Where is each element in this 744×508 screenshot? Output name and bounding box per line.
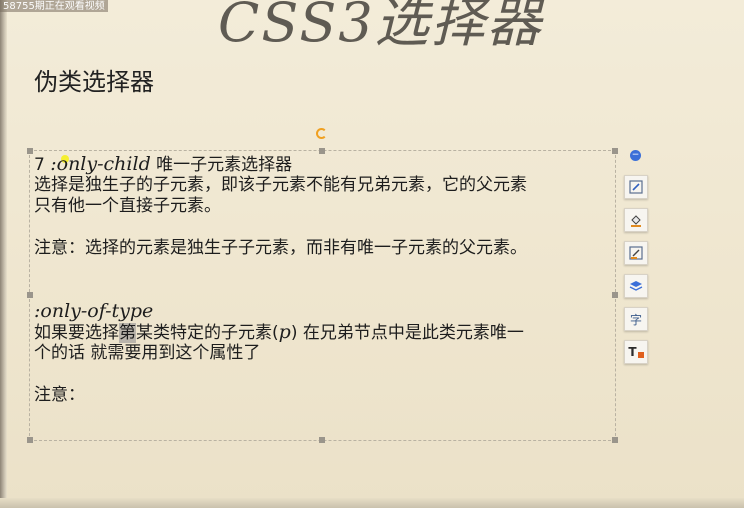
edit-box-icon[interactable]	[624, 175, 648, 199]
text-color-icon[interactable]: T	[624, 340, 648, 364]
pen-icon[interactable]	[624, 241, 648, 265]
slide-title: CSS3选择器	[218, 0, 543, 54]
layers-icon[interactable]	[624, 274, 648, 298]
heading-only-of-type: :only-of-type	[34, 300, 154, 322]
resize-handle-bottom-right[interactable]	[612, 437, 618, 443]
textbox-content[interactable]: 7 :only-child 唯一子元素选择器 选择是独生子的子元素，即该子元素不…	[34, 154, 614, 406]
text-selection-highlight: 第	[119, 323, 136, 343]
note-line: 注意：选择的元素是独生子子元素，而非有唯一子元素的父元素。	[34, 238, 527, 258]
window-frame-left	[0, 0, 7, 508]
resize-handle-left[interactable]	[27, 292, 33, 298]
note-line: 注意：	[34, 385, 85, 405]
paragraph-line: 如果要选择第某类特定的子元素(p) 在兄弟节点中是此类元素唯一	[34, 321, 524, 343]
heading-only-child: 7 :only-child 唯一子元素选择器	[34, 153, 293, 176]
text-style-icon[interactable]: 字	[624, 307, 648, 331]
paragraph-line: 只有他一个直接子元素。	[34, 196, 221, 216]
resize-handle-bottom[interactable]	[319, 437, 325, 443]
minus-circle-icon[interactable]: −	[630, 150, 641, 161]
paragraph-line: 选择是独生子的子元素，即该子元素不能有兄弟元素，它的父元素	[34, 175, 527, 195]
rotate-handle-icon[interactable]	[316, 128, 327, 139]
viewer-count-overlay: 58755期正在观看视频	[0, 0, 108, 12]
window-frame-bottom	[0, 498, 744, 508]
paragraph-line: 个的话 就需要用到这个属性了	[34, 343, 261, 363]
fill-bucket-icon[interactable]	[624, 208, 648, 232]
resize-handle-top-left[interactable]	[27, 148, 33, 154]
section-heading: 伪类选择器	[34, 68, 154, 96]
side-toolbar: − 字 T	[624, 150, 648, 373]
resize-handle-bottom-left[interactable]	[27, 437, 33, 443]
